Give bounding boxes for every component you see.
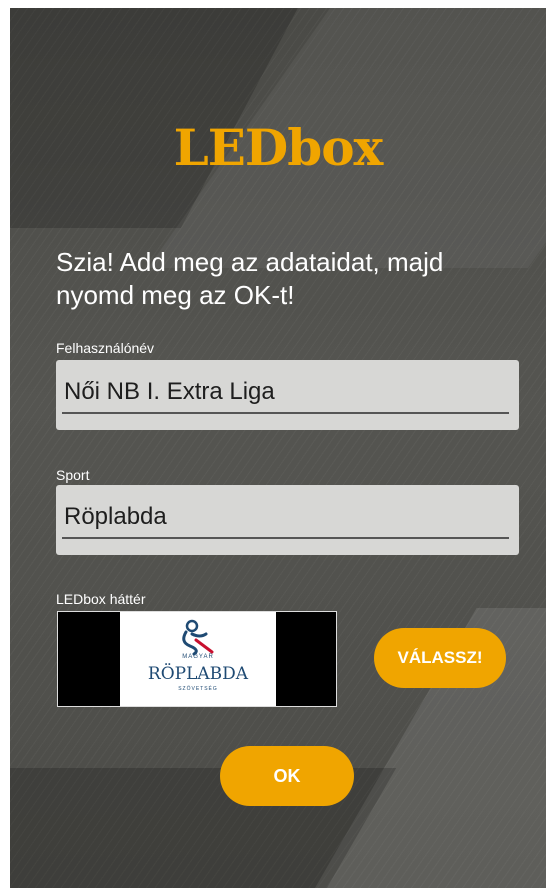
background-label: LEDbox háttér bbox=[56, 591, 146, 607]
background-preview-image: MAGYAR RÖPLABDA SZÖVETSÉG bbox=[57, 611, 337, 707]
username-label: Felhasználónév bbox=[56, 340, 155, 356]
greeting-text: Szia! Add meg az adataidat, majd nyomd m… bbox=[56, 247, 444, 310]
username-input[interactable] bbox=[62, 372, 509, 414]
sport-field-container bbox=[56, 485, 519, 555]
logo-line-3: SZÖVETSÉG bbox=[178, 686, 218, 692]
sport-label: Sport bbox=[56, 467, 90, 483]
volleyball-player-icon bbox=[182, 619, 214, 656]
sport-input[interactable] bbox=[62, 497, 509, 539]
logo-line-1: MAGYAR bbox=[182, 654, 214, 660]
username-field-container bbox=[56, 360, 519, 430]
ledbox-logo: LEDbox bbox=[173, 118, 384, 177]
choose-background-button[interactable]: VÁLASSZ! bbox=[374, 628, 506, 688]
login-screen: LEDbox Szia! Add meg az adataidat, majd … bbox=[10, 8, 546, 888]
federation-logo: MAGYAR RÖPLABDA SZÖVETSÉG bbox=[120, 612, 276, 706]
ok-button[interactable]: OK bbox=[220, 746, 354, 806]
logo-line-2: RÖPLABDA bbox=[147, 664, 249, 684]
